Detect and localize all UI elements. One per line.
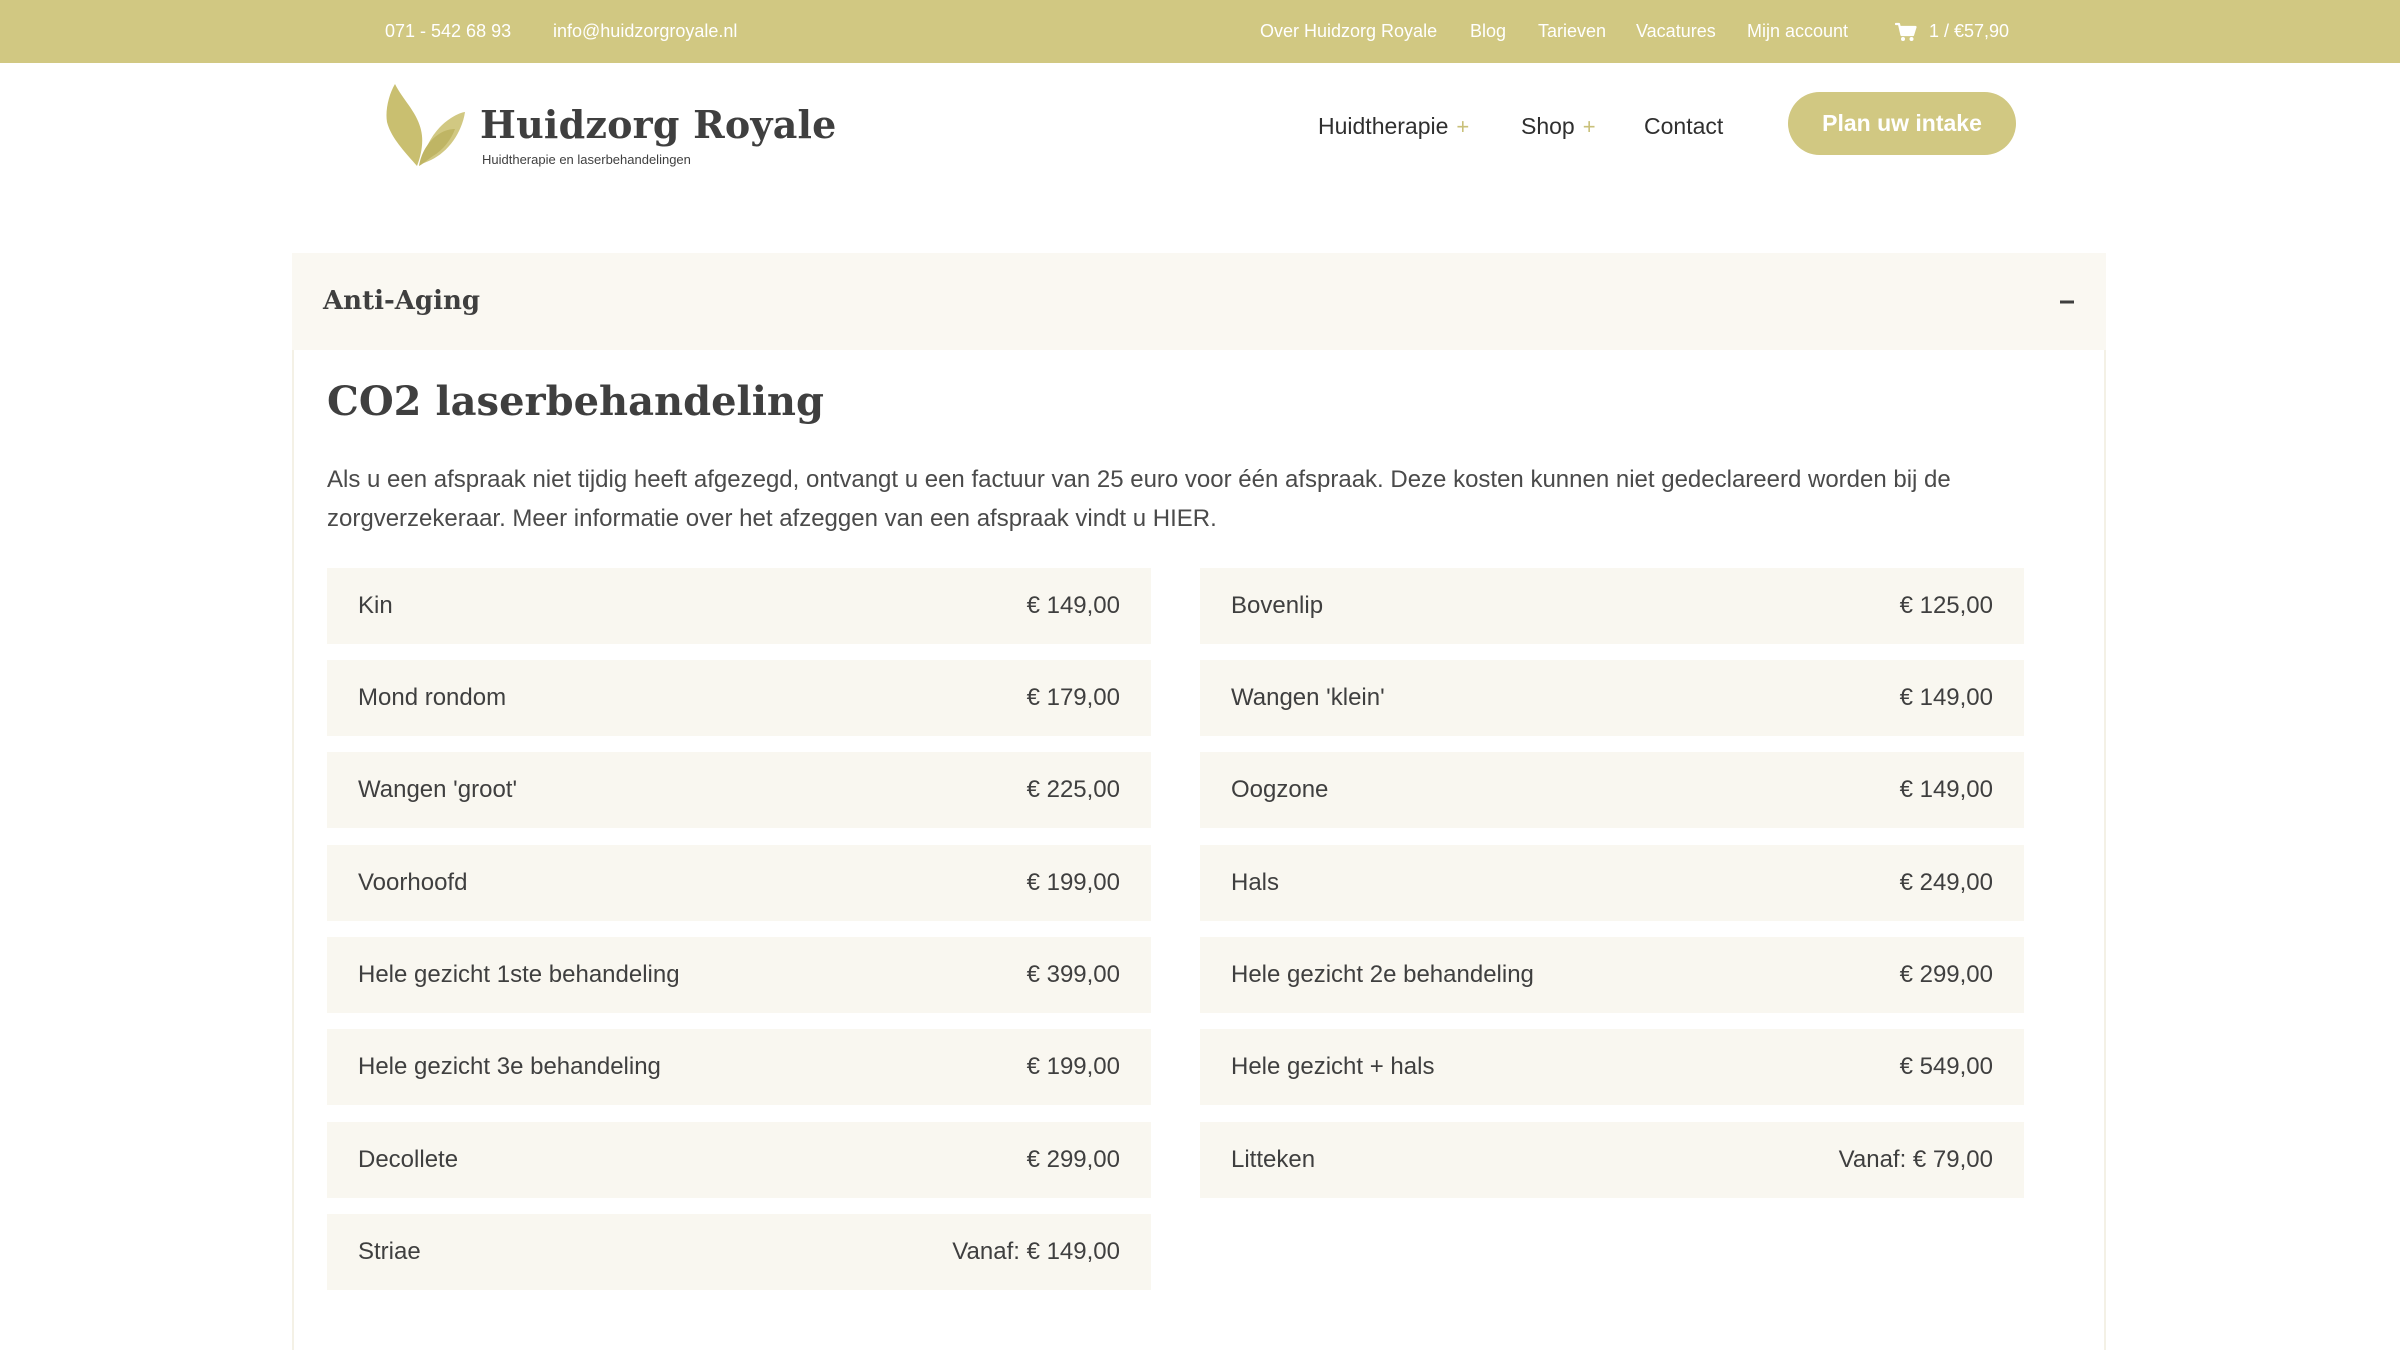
section-title: CO2 laserbehandeling	[327, 378, 824, 425]
treatment-price: € 199,00	[1026, 1053, 1120, 1080]
treatment-price: € 125,00	[1899, 592, 1993, 619]
nav-item-contact[interactable]: Contact	[1644, 108, 1723, 144]
treatment-label: Kin	[358, 592, 393, 619]
treatment-label: Bovenlip	[1231, 592, 1324, 619]
topbar-link-vacatures[interactable]: Vacatures	[1636, 0, 1716, 63]
logo[interactable]: Huidzorg Royale Huidtherapie en laserbeh…	[383, 82, 836, 172]
price-row: Wangen 'groot' € 225,00	[327, 752, 1151, 828]
treatment-label: Hals	[1231, 869, 1280, 896]
treatment-price: Vanaf: € 79,00	[1838, 1146, 1993, 1173]
accordion-header[interactable]: Anti-Aging	[292, 253, 2106, 350]
email-link[interactable]: info@huidzorgroyale.nl	[553, 0, 737, 63]
treatment-price: € 399,00	[1026, 961, 1120, 988]
plan-intake-button[interactable]: Plan uw intake	[1788, 92, 2016, 155]
price-row: Mond rondom € 179,00	[327, 660, 1151, 736]
treatment-label: Litteken	[1231, 1146, 1316, 1173]
topbar-link-account[interactable]: Mijn account	[1747, 0, 1848, 63]
treatment-price: € 225,00	[1026, 776, 1120, 803]
cart-link[interactable]: 1 / €57,90	[1895, 0, 2009, 63]
treatment-label: Hele gezicht + hals	[1231, 1053, 1435, 1080]
price-row: Hele gezicht + hals € 549,00	[1200, 1029, 2024, 1105]
treatment-price: € 149,00	[1026, 592, 1120, 619]
treatment-label: Wangen 'groot'	[358, 776, 518, 803]
top-bar: 071 - 542 68 93 info@huidzorgroyale.nl O…	[0, 0, 2400, 63]
leaf-logo-icon	[386, 84, 465, 166]
brand-name: Huidzorg Royale	[480, 102, 837, 147]
topbar-link-over[interactable]: Over Huidzorg Royale	[1260, 0, 1437, 63]
price-row: Oogzone € 149,00	[1200, 752, 2024, 828]
treatment-label: Oogzone	[1231, 776, 1329, 803]
treatment-label: Hele gezicht 3e behandeling	[358, 1053, 661, 1080]
treatment-price: € 549,00	[1899, 1053, 1993, 1080]
expand-plus-icon: +	[1582, 114, 1596, 139]
treatment-label: Decollete	[358, 1146, 459, 1173]
nav-label: Huidtherapie	[1318, 113, 1449, 139]
price-row: Wangen 'klein' € 149,00	[1200, 660, 2024, 736]
treatment-price: € 249,00	[1899, 869, 1993, 896]
cart-icon	[1895, 22, 1917, 41]
price-row: Bovenlip € 125,00	[1200, 568, 2024, 644]
treatment-price: € 149,00	[1899, 684, 1993, 711]
nav-label: Shop	[1521, 113, 1575, 139]
price-row: Voorhoofd € 199,00	[327, 845, 1151, 921]
collapse-minus-icon[interactable]	[2060, 300, 2074, 303]
treatment-label: Hele gezicht 1ste behandeling	[358, 961, 680, 988]
treatment-price: € 199,00	[1026, 869, 1120, 896]
intro-text: Als u een afspraak niet tijdig heeft afg…	[327, 466, 1951, 532]
accordion-title: Anti-Aging	[323, 286, 481, 316]
expand-plus-icon: +	[1456, 114, 1470, 139]
price-row: Decollete € 299,00	[327, 1122, 1151, 1198]
treatment-price: € 299,00	[1026, 1146, 1120, 1173]
price-row: Litteken Vanaf: € 79,00	[1200, 1122, 2024, 1198]
nav-label: Contact	[1644, 113, 1724, 139]
treatment-price: € 179,00	[1026, 684, 1120, 711]
phone-link[interactable]: 071 - 542 68 93	[385, 0, 511, 63]
treatment-price: Vanaf: € 149,00	[952, 1238, 1120, 1265]
topbar-link-tarieven[interactable]: Tarieven	[1538, 0, 1606, 63]
treatment-price: € 149,00	[1899, 776, 1993, 803]
treatment-label: Mond rondom	[358, 684, 507, 711]
price-row: Hals € 249,00	[1200, 845, 2024, 921]
treatment-price: € 299,00	[1899, 961, 1993, 988]
price-row: Kin € 149,00	[327, 568, 1151, 644]
price-row: Hele gezicht 1ste behandeling € 399,00	[327, 937, 1151, 1013]
cart-summary: 1 / €57,90	[1929, 21, 2010, 41]
treatment-label: Striae	[358, 1238, 421, 1265]
nav-item-shop[interactable]: Shop +	[1521, 108, 1596, 144]
price-row: Hele gezicht 2e behandeling € 299,00	[1200, 937, 2024, 1013]
treatment-label: Hele gezicht 2e behandeling	[1231, 961, 1534, 988]
nav-item-huidtherapie[interactable]: Huidtherapie +	[1318, 108, 1469, 144]
treatment-label: Voorhoofd	[358, 869, 468, 896]
price-row: Hele gezicht 3e behandeling € 199,00	[327, 1029, 1151, 1105]
treatment-label: Wangen 'klein'	[1231, 684, 1385, 711]
price-row: Striae Vanaf: € 149,00	[327, 1214, 1151, 1290]
topbar-link-blog[interactable]: Blog	[1470, 0, 1506, 63]
brand-tagline: Huidtherapie en laserbehandelingen	[482, 152, 691, 167]
